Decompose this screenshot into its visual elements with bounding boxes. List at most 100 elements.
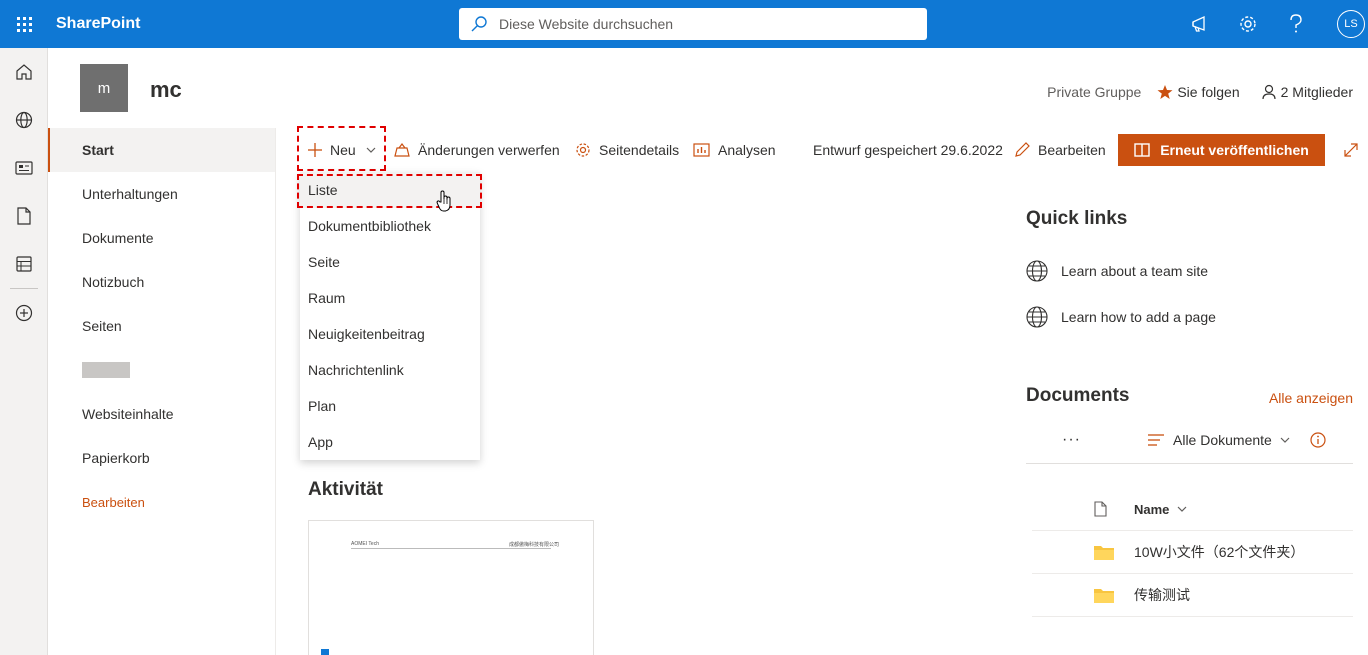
search-icon <box>459 8 499 40</box>
globe-icon <box>1026 306 1048 328</box>
nav-item-start[interactable]: Start <box>48 128 275 172</box>
person-icon <box>1262 84 1276 100</box>
view-list-icon <box>1148 434 1164 446</box>
file-type-icon <box>1032 501 1134 517</box>
quick-link-team-site[interactable]: Learn about a team site <box>1026 259 1208 283</box>
site-meta: Private Gruppe Sie folgen 2 Mitglieder <box>1047 84 1353 100</box>
globe-icon <box>1026 260 1048 282</box>
site-title[interactable]: mc <box>150 77 182 103</box>
app-bar <box>0 48 48 655</box>
chevron-down-icon <box>1280 437 1290 443</box>
nav-item-papierkorb[interactable]: Papierkorb <box>48 436 275 480</box>
menu-item-seite[interactable]: Seite <box>300 244 480 280</box>
search-placeholder: Diese Website durchsuchen <box>499 16 674 32</box>
suite-header: SharePoint Diese Website durchsuchen LS <box>0 0 1368 48</box>
table-row[interactable]: 传输测试 <box>1032 574 1353 617</box>
nav-item-redacted[interactable] <box>48 348 275 392</box>
gear-icon[interactable] <box>1224 0 1272 48</box>
nav-item-notizbuch[interactable]: Notizbuch <box>48 260 275 304</box>
site-logo[interactable]: m <box>80 64 128 112</box>
menu-item-neuigkeitenbeitrag[interactable]: Neuigkeitenbeitrag <box>300 316 480 352</box>
document-name[interactable]: 传输测试 <box>1134 585 1190 605</box>
menu-item-dokumentbibliothek[interactable]: Dokumentbibliothek <box>300 208 480 244</box>
nav-edit-link[interactable]: Bearbeiten <box>48 480 275 524</box>
follow-label: Sie folgen <box>1177 84 1240 100</box>
activity-document-card[interactable]: AOMEI Tech 成都傲梅科技有限公司 <box>308 520 594 655</box>
search-input[interactable]: Diese Website durchsuchen <box>459 8 927 40</box>
megaphone-icon[interactable] <box>1176 0 1224 48</box>
chevron-down-icon[interactable] <box>1177 506 1187 512</box>
discard-label: Änderungen verwerfen <box>418 142 560 158</box>
documents-header-row: Name <box>1032 488 1353 531</box>
home-icon[interactable] <box>0 48 48 96</box>
quick-link-add-page[interactable]: Learn how to add a page <box>1026 305 1216 329</box>
star-icon <box>1157 85 1173 99</box>
draft-status: Entwurf gespeichert 29.6.2022 <box>813 128 1003 172</box>
new-button-highlight <box>297 126 386 171</box>
view-selector[interactable]: Alle Dokumente <box>1148 432 1290 448</box>
news-icon[interactable] <box>0 144 48 192</box>
help-icon[interactable] <box>1272 0 1320 48</box>
info-icon[interactable] <box>1310 432 1326 453</box>
nav-item-unterhaltungen[interactable]: Unterhaltungen <box>48 172 275 216</box>
globe-icon[interactable] <box>0 96 48 144</box>
file-icon[interactable] <box>0 192 48 240</box>
follow-button[interactable]: Sie folgen <box>1157 84 1240 100</box>
republish-label: Erneut veröffentlichen <box>1160 142 1309 158</box>
avatar: LS <box>1337 10 1365 38</box>
republish-button[interactable]: Erneut veröffentlichen <box>1118 134 1325 166</box>
add-circle-icon[interactable] <box>0 289 48 337</box>
thumbnail-marker <box>321 649 329 655</box>
analytics-button[interactable]: Analysen <box>693 128 776 172</box>
draft-status-text: Entwurf gespeichert 29.6.2022 <box>813 142 1003 158</box>
pencil-icon <box>1015 142 1030 157</box>
analytics-icon <box>693 143 710 157</box>
settings-icon <box>576 143 590 157</box>
menu-item-nachrichtenlink[interactable]: Nachrichtenlink <box>300 352 480 388</box>
new-dropdown-menu: Liste Dokumentbibliothek Seite Raum Neui… <box>300 172 480 460</box>
nav-item-dokumente[interactable]: Dokumente <box>48 216 275 260</box>
more-options-button[interactable]: ··· <box>1062 431 1081 449</box>
quick-links-heading: Quick links <box>1026 208 1128 229</box>
redacted-block <box>82 362 130 378</box>
name-column-header[interactable]: Name <box>1134 502 1169 517</box>
page-details-button[interactable]: Seitendetails <box>575 128 679 172</box>
menu-item-app[interactable]: App <box>300 424 480 460</box>
nav-item-seiten[interactable]: Seiten <box>48 304 275 348</box>
menu-item-raum[interactable]: Raum <box>300 280 480 316</box>
thumbnail-rule <box>351 548 551 549</box>
book-icon <box>1134 143 1150 157</box>
expand-icon[interactable] <box>1343 128 1367 172</box>
table-row[interactable]: 10W小文件（62个文件夹） <box>1032 531 1353 574</box>
quick-link-label: Learn about a team site <box>1061 263 1209 279</box>
account-button[interactable]: LS <box>1320 0 1368 48</box>
privacy-label: Private Gruppe <box>1047 84 1142 100</box>
thumbnail-header-left: AOMEI Tech <box>351 541 379 547</box>
menu-item-plan[interactable]: Plan <box>300 388 480 424</box>
nav-item-websiteinhalte[interactable]: Websiteinhalte <box>48 392 275 436</box>
liste-highlight <box>297 174 482 208</box>
activity-heading: Aktivität <box>308 479 383 500</box>
quick-link-label: Learn how to add a page <box>1061 309 1216 325</box>
list-icon[interactable] <box>0 240 48 288</box>
edit-button[interactable]: Bearbeiten <box>1014 128 1106 172</box>
documents-heading: Documents <box>1026 385 1130 406</box>
members-button[interactable]: 2 Mitglieder <box>1262 84 1353 100</box>
hand-cursor-icon <box>436 190 452 217</box>
page-details-label: Seitendetails <box>599 142 680 158</box>
folder-icon <box>1032 588 1134 603</box>
app-launcher-icon[interactable] <box>0 0 48 48</box>
folder-icon <box>1032 545 1134 560</box>
edit-label: Bearbeiten <box>1038 142 1106 158</box>
documents-toolbar: ··· Alle Dokumente <box>1026 425 1353 464</box>
document-name[interactable]: 10W小文件（62个文件夹） <box>1134 542 1304 562</box>
brand-name[interactable]: SharePoint <box>56 15 140 33</box>
see-all-link[interactable]: Alle anzeigen <box>1269 390 1353 406</box>
site-navigation: Start Unterhaltungen Dokumente Notizbuch… <box>48 128 276 655</box>
discard-changes-button[interactable]: Änderungen verwerfen <box>394 128 560 172</box>
members-label: 2 Mitglieder <box>1280 84 1353 100</box>
view-label: Alle Dokumente <box>1173 432 1272 448</box>
analytics-label: Analysen <box>718 142 776 158</box>
thumbnail-header-right: 成都傲梅科技有限公司 <box>509 542 560 548</box>
discard-icon <box>394 143 410 157</box>
